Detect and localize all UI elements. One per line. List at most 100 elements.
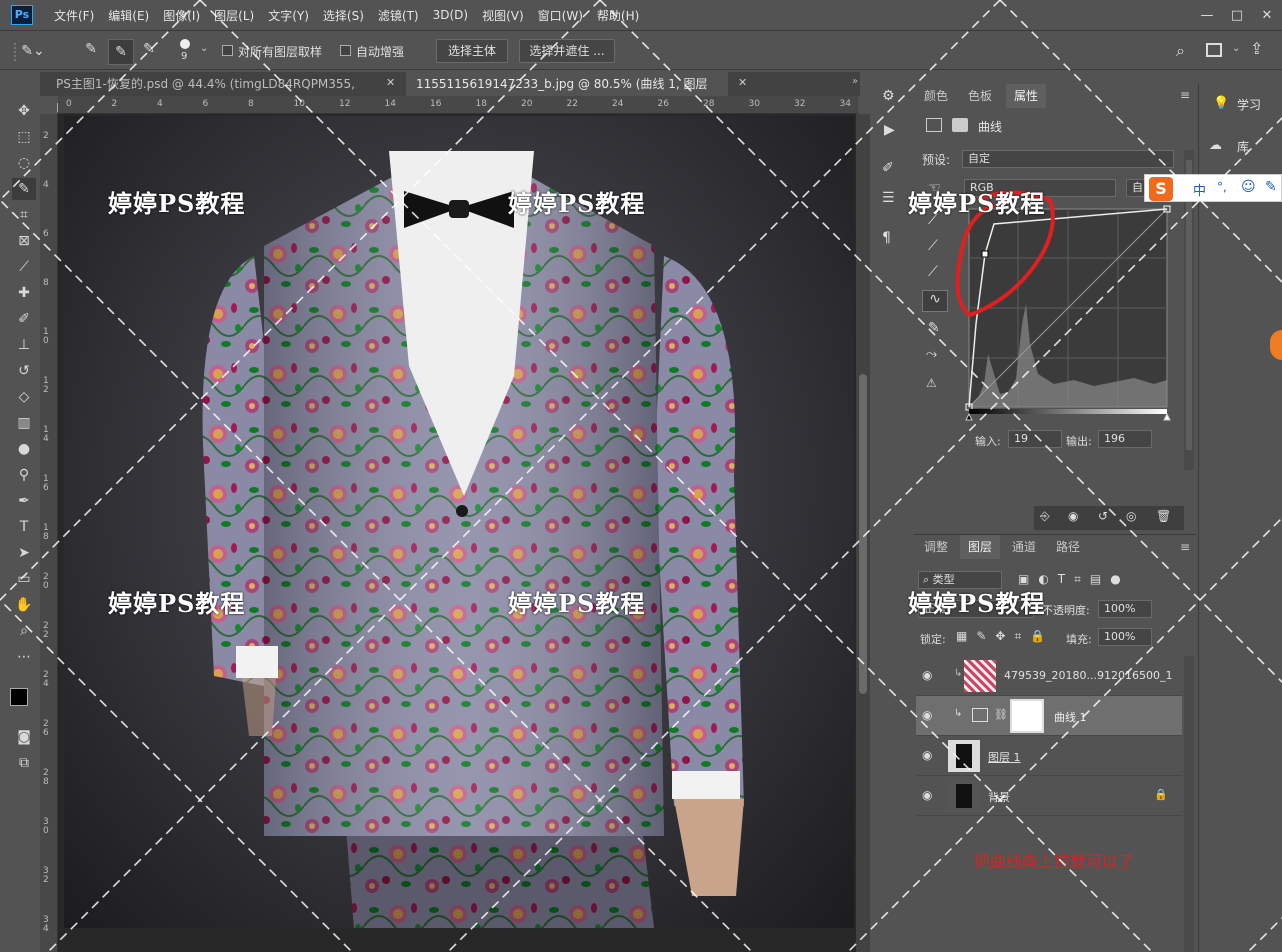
layers-scrollbar[interactable] (1184, 656, 1194, 952)
healing-tool-icon[interactable]: ✚ (12, 282, 36, 304)
screen-mode-icon[interactable]: ⧉ (12, 752, 36, 774)
ime-punct-mode[interactable]: °, (1217, 180, 1227, 194)
pencil-draw-icon[interactable]: ✎ (928, 320, 940, 336)
tab-swatches[interactable]: 色板 (960, 84, 1000, 108)
stamp-tool-icon[interactable]: ⊥ (12, 334, 36, 356)
marquee-tool-icon[interactable]: ⬚ (12, 126, 36, 148)
visibility-eye-icon[interactable]: ◉ (922, 668, 932, 682)
hand-tool-icon[interactable]: ✋ (12, 594, 36, 616)
search-icon[interactable]: ⌕ (1176, 41, 1185, 61)
menu-filter[interactable]: 滤镜(T) (371, 7, 426, 24)
panel-menu-icon[interactable]: ≡ (1180, 540, 1190, 554)
select-and-mask-button[interactable]: 选择并遮住 ... (519, 39, 615, 63)
menu-layer[interactable]: 图层(L) (207, 7, 261, 24)
preset-select[interactable]: 自定 (962, 150, 1174, 168)
lightbulb-icon[interactable]: 💡 (1213, 96, 1229, 111)
menu-select[interactable]: 选择(S) (316, 7, 371, 24)
tab-document-2[interactable]: 1155115619147233_b.jpg @ 80.5% (曲线 1, 图层… (406, 72, 728, 115)
path-selection-icon[interactable]: ➤ (12, 542, 36, 564)
gradient-tool-icon[interactable]: ▥ (12, 412, 36, 434)
quick-select-preset-icon[interactable]: ✎⌄ (14, 43, 50, 61)
menu-help[interactable]: 帮助(H) (590, 7, 646, 24)
delete-icon[interactable]: 🗑 (1156, 509, 1171, 523)
tab-close-icon[interactable]: ✕ (738, 76, 747, 89)
menu-file[interactable]: 文件(F) (47, 7, 101, 24)
maximize-button[interactable]: □ (1222, 8, 1252, 23)
ime-chinese-mode[interactable]: 中 (1193, 180, 1206, 199)
visibility-eye-icon[interactable]: ◉ (922, 708, 932, 722)
rectangle-tool-icon[interactable]: ▭ (12, 568, 36, 590)
lasso-tool-icon[interactable]: ◌ (12, 152, 36, 174)
tab-paths[interactable]: 路径 (1048, 535, 1088, 559)
brush-tool-icon[interactable]: ✐ (12, 308, 36, 330)
chevron-down-icon[interactable]: ⌄ (1232, 43, 1240, 54)
workspace-icon[interactable] (1206, 43, 1222, 57)
fill-field[interactable]: 100% (1098, 628, 1152, 646)
layer-mask-thumbnail[interactable] (1010, 699, 1044, 733)
panel-menu-icon[interactable]: ≡ (1180, 88, 1190, 102)
pen-tool-icon[interactable]: ✒ (12, 490, 36, 512)
auto-enhance-checkbox[interactable] (340, 45, 351, 56)
chevron-down-icon[interactable]: ⌄ (200, 43, 208, 54)
pen-icon[interactable]: ✎ (1265, 179, 1277, 195)
share-icon[interactable]: ⇪ (1250, 39, 1263, 58)
floating-badge[interactable] (1270, 330, 1282, 360)
play-actions-icon[interactable]: ▶ (884, 122, 895, 138)
menu-3d[interactable]: 3D(D) (426, 8, 475, 22)
sample-all-layers-checkbox[interactable] (222, 45, 233, 56)
crop-tool-icon[interactable]: ⌗ (12, 204, 36, 226)
reset-icon[interactable]: ↺ (1098, 509, 1108, 523)
smooth-curve-icon[interactable]: ⤳ (926, 346, 937, 362)
layer-row[interactable]: ◉ 图层 1 (916, 736, 1182, 776)
dodge-tool-icon[interactable]: ⚲ (12, 464, 36, 486)
view-previous-icon[interactable]: ◉ (1068, 509, 1078, 523)
menu-window[interactable]: 窗口(W) (531, 7, 590, 24)
layer-row[interactable]: ◉ 背景 🔒 (916, 776, 1182, 816)
scrollbar-thumb[interactable] (859, 374, 867, 694)
history-brush-icon[interactable]: ↺ (12, 360, 36, 382)
blur-tool-icon[interactable]: ● (12, 438, 36, 460)
tab-color[interactable]: 颜色 (916, 84, 956, 108)
menu-edit[interactable]: 编辑(E) (101, 7, 156, 24)
eyedropper-tool-icon[interactable]: ⟋ (12, 256, 36, 278)
layer-row-selected[interactable]: ◉ ↳ ⛓ 曲线 1 (916, 696, 1182, 736)
type-tool-icon[interactable]: T (12, 516, 36, 538)
more-tools-icon[interactable]: ⋯ (12, 646, 36, 668)
canvas-vertical-scrollbar[interactable] (856, 114, 870, 952)
lock-icons[interactable]: ▦✎✥⌗🔒 (956, 629, 1054, 644)
clip-to-layer-icon[interactable]: ⎆ (1040, 509, 1050, 524)
tab-properties[interactable]: 属性 (1006, 84, 1047, 108)
history-panel-icon[interactable]: ⚙ (882, 88, 895, 104)
cloud-library-icon[interactable]: ☁ (1209, 138, 1222, 153)
ime-toolbar[interactable]: S 中 °, ☺ ✎ (1144, 174, 1282, 202)
zoom-tool-icon[interactable]: ⌕ (12, 620, 36, 642)
eraser-tool-icon[interactable]: ◇ (12, 386, 36, 408)
menu-image[interactable]: 图像(I) (156, 7, 207, 24)
tab-document-1[interactable]: PS主图1-恢复的.psd @ 44.4% (timgLD84RQPM355, … (46, 72, 401, 115)
select-subject-button[interactable]: 选择主体 (436, 39, 508, 63)
paragraph-icon[interactable]: ¶ (882, 230, 891, 246)
visibility-eye-icon[interactable]: ◎ (1126, 509, 1136, 523)
tab-adjustments[interactable]: 调整 (916, 535, 956, 559)
gray-point-eyedropper-icon[interactable]: ⟋ (928, 238, 938, 254)
layer-row[interactable]: ◉ ↳ 479539_20180...912016500_1 (916, 656, 1182, 696)
menu-view[interactable]: 视图(V) (475, 7, 531, 24)
close-window-button[interactable]: ✕ (1252, 8, 1282, 23)
learn-label[interactable]: 学习 (1237, 96, 1261, 113)
scrollbar-thumb[interactable] (1186, 160, 1192, 450)
document-image[interactable] (64, 116, 854, 928)
frame-tool-icon[interactable]: ⊠ (12, 230, 36, 252)
white-point-eyedropper-icon[interactable]: ⟋ (928, 264, 938, 280)
foreground-color-swatch[interactable] (10, 688, 28, 706)
tab-channels[interactable]: 通道 (1004, 535, 1044, 559)
quick-selection-tool-icon[interactable]: ✎ (12, 178, 36, 200)
subtract-selection-icon[interactable]: ✎ (138, 41, 160, 63)
adjust-sliders-icon[interactable]: ☰ (882, 190, 895, 206)
mask-icon[interactable] (952, 118, 968, 132)
minimize-button[interactable]: — (1192, 8, 1222, 23)
brush-size-icon[interactable] (180, 39, 190, 49)
new-selection-icon[interactable]: ✎ (80, 41, 102, 63)
output-value-field[interactable]: 196 (1098, 430, 1152, 448)
more-tabs-icon[interactable]: » (852, 76, 858, 87)
tab-close-icon[interactable]: ✕ (386, 76, 395, 89)
